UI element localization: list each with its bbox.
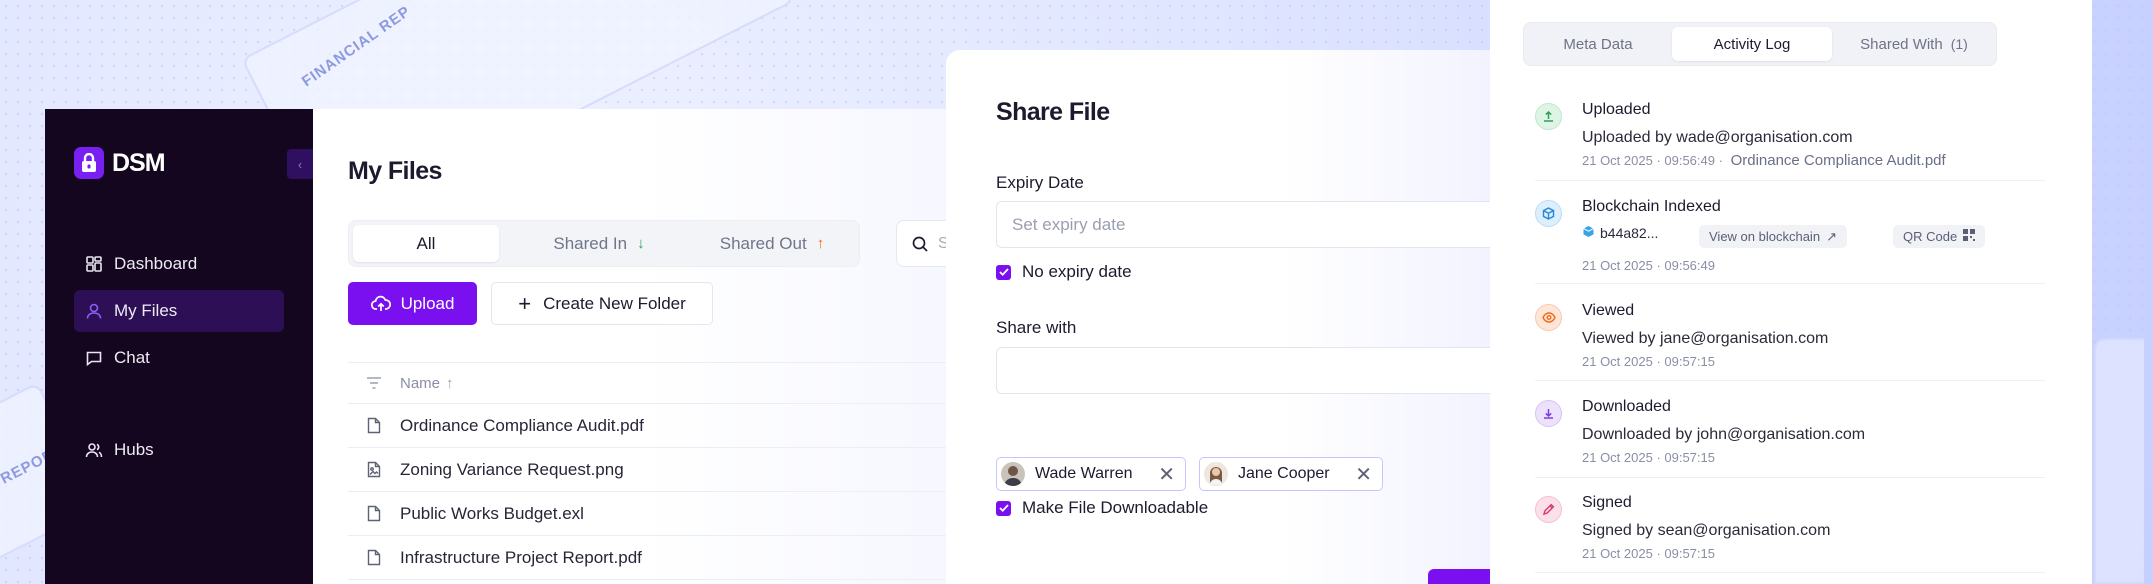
sidebar-item-chat[interactable]: Chat — [74, 337, 284, 379]
brand-name: DSM — [112, 148, 166, 177]
file-name: Public Works Budget.exl — [400, 503, 584, 523]
pen-icon — [1535, 496, 1562, 523]
activity-blockchain-indexed: Blockchain Indexed b44a82... View on blo… — [1535, 198, 2045, 273]
cube-blue-icon — [1582, 225, 1595, 241]
qr-code-icon — [1963, 229, 1976, 244]
eye-icon — [1535, 304, 1562, 331]
sidebar: DSM ‹ Dashboard My Files Chat Hubs — [45, 109, 313, 584]
close-icon[interactable]: ✕ — [1355, 462, 1372, 487]
sidebar-item-dashboard[interactable]: Dashboard — [74, 243, 284, 285]
page-title: My Files — [348, 157, 442, 185]
users-icon — [85, 443, 103, 458]
modal-title: Share File — [996, 98, 1110, 126]
upload-icon — [1535, 103, 1562, 130]
file-name: Zoning Variance Request.png — [400, 459, 624, 479]
upload-button[interactable]: Upload — [348, 282, 477, 325]
create-folder-button[interactable]: + Create New Folder — [491, 282, 713, 325]
activity-uploaded: Uploaded Uploaded by wade@organisation.c… — [1535, 101, 2045, 171]
search-icon — [912, 236, 928, 252]
divider — [1535, 283, 2045, 284]
decorative-card-right — [2094, 338, 2144, 584]
user-icon — [86, 303, 102, 319]
external-link-icon: ↗ — [1826, 228, 1837, 244]
share-with-input[interactable] — [996, 347, 1516, 394]
download-icon — [1535, 400, 1562, 427]
cube-icon — [1535, 200, 1562, 227]
lock-logo-icon — [74, 147, 104, 179]
document-icon — [348, 417, 400, 434]
view-on-blockchain-link[interactable]: View on blockchain ↗ — [1699, 225, 1847, 248]
file-filter-tabs: All Shared In ↓ Shared Out ↑ — [348, 220, 860, 267]
activity-viewed: Viewed Viewed by jane@organisation.com 2… — [1535, 302, 2045, 372]
sidebar-item-hubs[interactable]: Hubs — [74, 429, 284, 471]
expiry-date-input[interactable]: Set expiry date — [996, 201, 1516, 248]
sidebar-item-my-files[interactable]: My Files — [74, 290, 284, 332]
divider — [1535, 180, 2045, 181]
tab-shared-with[interactable]: Shared With (1) — [1836, 27, 1992, 61]
downloadable-checkbox[interactable]: Make File Downloadable — [996, 498, 1208, 518]
divider — [1535, 380, 2045, 381]
blockchain-hash: b44a82... — [1582, 225, 1658, 241]
file-name: Ordinance Compliance Audit.pdf — [400, 415, 644, 435]
filter-icon[interactable] — [348, 377, 400, 389]
sidebar-item-label: Hubs — [114, 440, 154, 459]
sort-up-icon[interactable]: ↑ — [446, 375, 454, 392]
brand-logo[interactable]: DSM — [74, 147, 166, 179]
dashboard-icon — [86, 256, 102, 272]
share-file-modal: Share File Expiry Date Set expiry date N… — [946, 50, 1516, 584]
sidebar-item-label: Dashboard — [114, 254, 198, 273]
chevron-left-icon: ‹ — [297, 156, 303, 172]
arrow-up-icon: ↑ — [816, 235, 825, 252]
no-expiry-checkbox[interactable]: No expiry date — [996, 262, 1132, 282]
recipient-chip-jane: Jane Cooper ✕ — [1199, 457, 1383, 491]
activity-signed: Signed Signed by sean@organisation.com 2… — [1535, 494, 2045, 564]
close-icon[interactable]: ✕ — [1158, 462, 1175, 487]
share-with-label: Share with — [996, 318, 1077, 337]
arrow-down-icon: ↓ — [637, 235, 645, 252]
shared-count-badge: (1) — [1950, 36, 1968, 52]
expiry-date-label: Expiry Date — [996, 173, 1084, 192]
details-tabs: Meta Data Activity Log Shared With (1) — [1523, 22, 1997, 66]
chat-icon — [86, 351, 102, 367]
file-name: Infrastructure Project Report.pdf — [400, 547, 642, 567]
activity-file-name: Ordinance Compliance Audit.pdf — [1730, 152, 1946, 169]
qr-code-button[interactable]: QR Code — [1893, 225, 1986, 248]
divider — [1535, 572, 2045, 573]
avatar — [1204, 462, 1228, 486]
cloud-upload-icon — [370, 295, 391, 311]
tab-activity-log[interactable]: Activity Log — [1672, 27, 1832, 61]
recipient-chip-wade: Wade Warren ✕ — [996, 457, 1186, 491]
sidebar-item-label: Chat — [114, 348, 150, 367]
tab-shared-out[interactable]: Shared Out ↑ — [689, 225, 855, 262]
collapse-sidebar-button[interactable]: ‹ — [287, 149, 313, 179]
avatar — [1001, 462, 1025, 486]
image-file-icon — [348, 461, 400, 478]
document-icon — [348, 549, 400, 566]
checkmark-icon — [996, 264, 1011, 280]
tab-shared-in[interactable]: Shared In ↓ — [519, 225, 679, 262]
tab-meta-data[interactable]: Meta Data — [1528, 27, 1668, 61]
plus-icon: + — [518, 290, 532, 316]
checkmark-icon — [996, 500, 1011, 516]
column-header-name[interactable]: Name — [400, 375, 440, 392]
file-details-panel: Meta Data Activity Log Shared With (1) Up… — [1490, 0, 2092, 584]
sidebar-item-label: My Files — [114, 301, 178, 320]
tab-all[interactable]: All — [353, 225, 499, 262]
divider — [1535, 477, 2045, 478]
activity-downloaded: Downloaded Downloaded by john@organisati… — [1535, 398, 2045, 468]
document-icon — [348, 505, 400, 522]
